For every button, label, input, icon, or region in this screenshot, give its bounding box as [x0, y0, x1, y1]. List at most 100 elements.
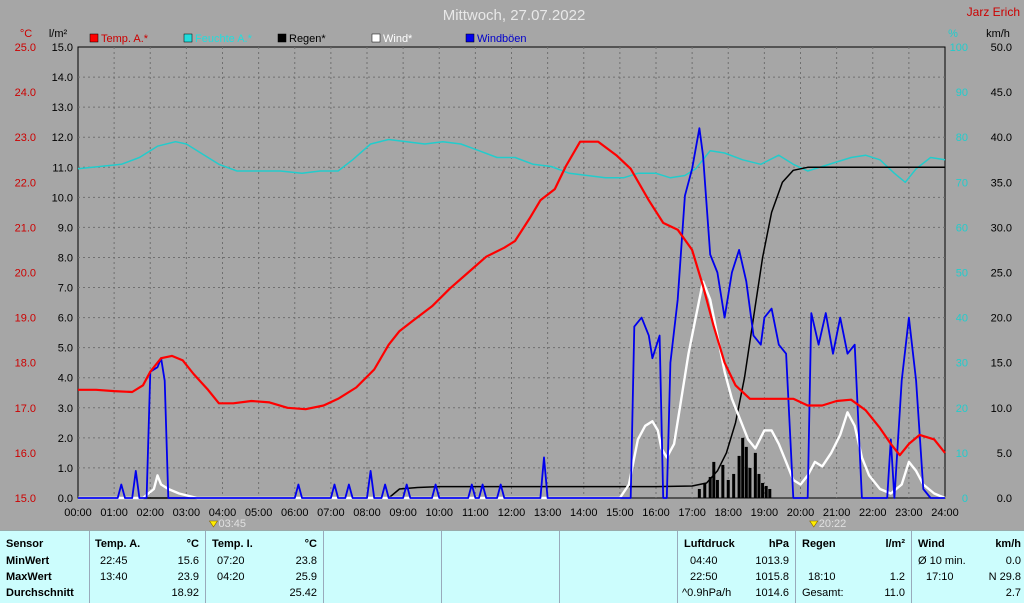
- sunset-time-label: 20:22: [819, 518, 847, 530]
- temp-a-header: Temp. A.: [95, 538, 141, 550]
- sunrise-icon: [208, 520, 219, 528]
- wind-tick-label: 0.0: [997, 493, 1012, 505]
- chart-title: Mittwoch, 27.07.2022: [443, 7, 586, 24]
- rain-max-time: 18:10: [808, 571, 836, 583]
- humidity-tick-label: 60: [956, 222, 968, 234]
- stats-temp-a-column: Temp. A. °C 22:45 15.6 13:40 23.9 18.92: [90, 531, 206, 603]
- rain-tick-label: 15.0: [52, 42, 73, 54]
- rain-bar: [703, 482, 707, 498]
- x-tick-label: 09:00: [389, 507, 417, 519]
- wind-tick-label: 45.0: [991, 87, 1012, 99]
- wind-tick-label: 15.0: [991, 358, 1012, 370]
- grid: [78, 47, 945, 498]
- stats-empty-column: [560, 531, 678, 603]
- rain-tick-label: 13.0: [52, 102, 73, 114]
- series-line-humidity: [77, 138, 946, 184]
- rain-tick-label: 7.0: [58, 283, 73, 295]
- x-tick-label: 18:00: [714, 507, 742, 519]
- temp-tick-label: 16.0: [15, 448, 36, 460]
- x-tick-label: 22:00: [859, 507, 887, 519]
- stats-label-max: MaxWert: [6, 571, 52, 583]
- legend-item-rain: Regen*: [277, 33, 326, 45]
- wind-avg-label: Ø 10 min.: [918, 555, 966, 567]
- temp-a-min-time: 22:45: [100, 555, 128, 567]
- rain-bar: [748, 467, 752, 498]
- rain-tick-label: 5.0: [58, 343, 73, 355]
- rain-tick-label: 14.0: [52, 72, 73, 84]
- wind-header: Wind: [918, 538, 945, 550]
- rain-tick-label: 0.0: [58, 493, 73, 505]
- rain-bar: [753, 452, 757, 498]
- temp-i-avg: 25.42: [289, 587, 317, 599]
- rain-bar: [715, 479, 719, 498]
- rain-total-label: Gesamt:: [802, 587, 844, 599]
- temp-i-max-value: 25.9: [295, 571, 317, 583]
- x-tick-label: 02:00: [136, 507, 164, 519]
- rain-bar: [732, 473, 736, 498]
- stats-pressure-column: Luftdruck hPa 04:40 1013.9 22:50 1015.8 …: [678, 531, 796, 603]
- temp-tick-label: 21.0: [15, 222, 36, 234]
- pressure-max-time: 22:50: [690, 571, 718, 583]
- weather-chart: Mittwoch, 27.07.2022 Jarz Erich °C l/m² …: [15, 5, 1020, 530]
- rain-tick-label: 9.0: [58, 222, 73, 234]
- wind-tick-label: 5.0: [997, 448, 1012, 460]
- temp-tick-label: 17.0: [15, 403, 36, 415]
- rain-max-value: 1.2: [889, 571, 905, 583]
- temp-a-max-value: 23.9: [177, 571, 199, 583]
- x-tick-label: 07:00: [317, 507, 345, 519]
- rain-unit-label: l/m²: [49, 28, 68, 40]
- temp-tick-label: 15.0: [15, 493, 36, 505]
- wind-max-value: N 29.8: [988, 571, 1021, 583]
- x-tick-label: 16:00: [642, 507, 670, 519]
- stats-header-sensor: Sensor: [6, 538, 44, 550]
- x-tick-label: 13:00: [534, 507, 562, 519]
- wind-tick-label: 35.0: [991, 177, 1012, 189]
- rain-bar: [737, 455, 741, 498]
- sunset-icon: [809, 520, 819, 528]
- legend-label-rain: Regen*: [289, 33, 326, 45]
- rain-bar: [744, 446, 748, 498]
- wind-overall: 2.7: [1005, 587, 1021, 599]
- pressure-avg: 1014.6: [755, 587, 789, 599]
- temp-i-header: Temp. I.: [212, 538, 253, 550]
- x-tick-label: 08:00: [353, 507, 381, 519]
- temp-a-max-time: 13:40: [100, 571, 128, 583]
- wind-avg-value: 0.0: [1005, 555, 1021, 567]
- rain-total-value: 11.0: [884, 587, 905, 599]
- x-tick-label: 01:00: [100, 507, 128, 519]
- wind-max-time: 17:10: [926, 571, 954, 583]
- stats-label-column: Sensor MinWert MaxWert Durchschnitt: [0, 531, 90, 603]
- rain-tick-label: 12.0: [52, 132, 73, 144]
- rain-tick-label: 8.0: [58, 252, 73, 264]
- stats-temp-i-column: Temp. I. °C 07:20 23.8 04:20 25.9 25.42: [206, 531, 324, 603]
- temp-a-unit: °C: [186, 538, 199, 550]
- sunrise-time-label: 03:45: [218, 518, 246, 530]
- legend-item-gusts: Windböen: [465, 33, 527, 45]
- pressure-max-value: 1015.8: [755, 571, 789, 583]
- x-tick-label: 14:00: [570, 507, 598, 519]
- legend-item-humidity: Feuchte A.*: [183, 33, 253, 45]
- pressure-trend: ^0.9hPa/h: [682, 587, 732, 599]
- temp-i-max-time: 04:20: [217, 571, 245, 583]
- wind-unit-label: km/h: [986, 28, 1010, 40]
- rain-bar: [712, 461, 716, 498]
- temp-i-min-time: 07:20: [217, 555, 245, 567]
- rain-unit: l/m²: [885, 538, 905, 550]
- rain-bar: [768, 488, 772, 498]
- rain-tick-label: 6.0: [58, 313, 73, 325]
- temp-tick-label: 18.0: [15, 358, 36, 370]
- temp-tick-label: 23.0: [15, 132, 36, 144]
- x-tick-label: 20:00: [787, 507, 815, 519]
- temp-tick-label: 24.0: [15, 87, 36, 99]
- wind-tick-label: 20.0: [991, 313, 1012, 325]
- temp-i-min-value: 23.8: [295, 555, 317, 567]
- legend-label-humidity: Feuchte A.*: [195, 33, 253, 45]
- humidity-tick-label: 100: [950, 42, 968, 54]
- rain-tick-label: 4.0: [58, 373, 73, 385]
- pressure-min-value: 1013.9: [755, 555, 789, 567]
- rain-tick-label: 3.0: [58, 403, 73, 415]
- temp-i-unit: °C: [304, 538, 317, 550]
- legend-label-temp: Temp. A.*: [101, 33, 149, 45]
- axis-labels: 00:00 01:00 02:00 03:00 04:00 05:00 06:00 07:00…: [15, 42, 1012, 519]
- x-tick-label: 03:00: [173, 507, 201, 519]
